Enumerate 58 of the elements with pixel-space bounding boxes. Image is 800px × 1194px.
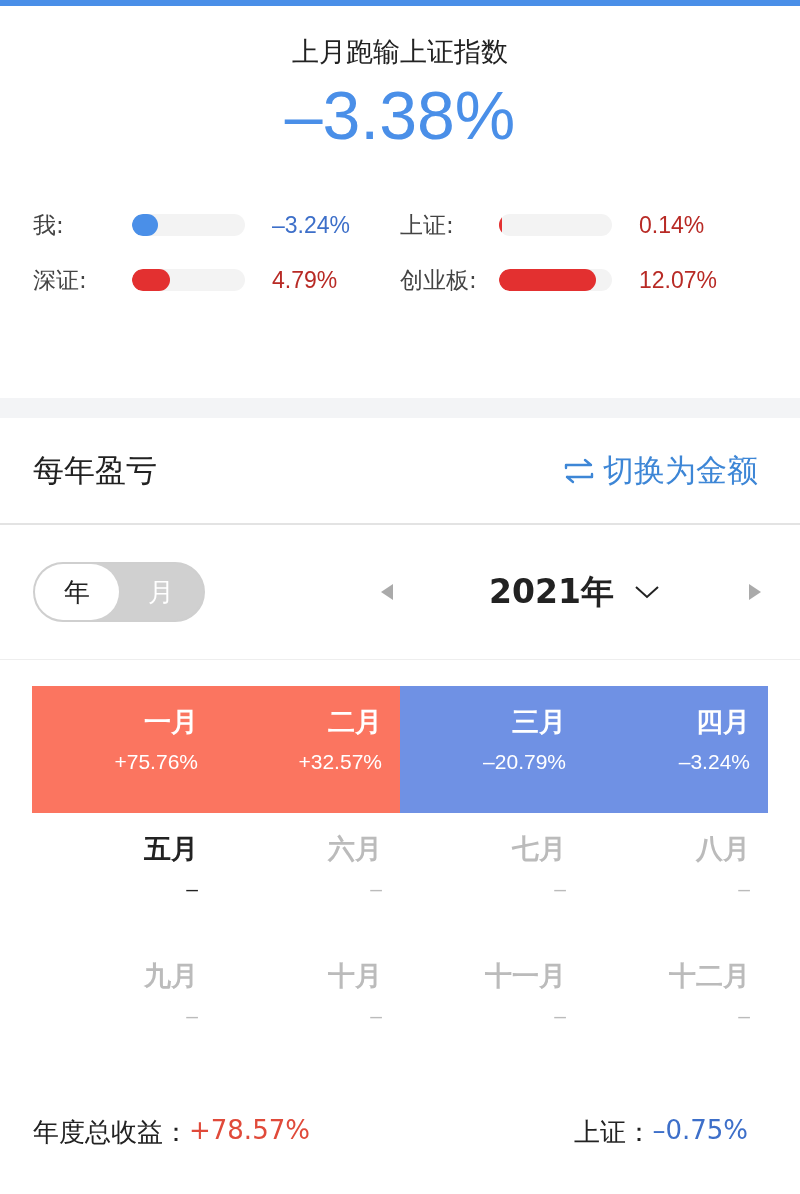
index-label: 深证:	[33, 265, 88, 295]
month-return: –	[370, 877, 382, 901]
return-value: –3.24%	[272, 211, 350, 239]
month-name: 十一月	[485, 959, 566, 993]
month-name: 四月	[696, 705, 750, 739]
month-name: 五月	[144, 832, 198, 866]
month-return: +32.57%	[298, 750, 382, 774]
index-label: 我:	[33, 210, 65, 240]
previous-year-icon[interactable]	[380, 583, 394, 601]
section-title: 每年盈亏	[33, 450, 157, 490]
month-name: 十二月	[669, 959, 750, 993]
month-return: –20.79%	[483, 750, 566, 774]
total-label: 年度总收益：	[33, 1116, 189, 1149]
next-year-icon[interactable]	[748, 583, 762, 601]
month-name: 六月	[328, 832, 382, 866]
month-name: 一月	[144, 705, 198, 739]
period-option[interactable]: 年	[35, 564, 119, 620]
month-return: –	[186, 877, 198, 901]
month-cell[interactable]: 二月 +32.57%	[216, 686, 400, 813]
month-cell[interactable]: 三月 –20.79%	[400, 686, 584, 813]
month-cell[interactable]: 七月 –	[400, 813, 584, 940]
month-cell[interactable]: 十二月 –	[584, 940, 768, 1067]
month-name: 二月	[328, 705, 382, 739]
month-return: –	[186, 1004, 198, 1028]
switch-button[interactable]: 切换为金额	[563, 449, 758, 492]
month-return: –	[554, 877, 566, 901]
month-cell[interactable]: 九月 –	[32, 940, 216, 1067]
month-return: +75.76%	[114, 750, 198, 774]
year-dropdown[interactable]: 2021年	[489, 569, 660, 615]
month-return: –	[738, 1004, 750, 1028]
return-value: 0.14%	[639, 211, 705, 239]
index-label: 创业板:	[400, 265, 478, 295]
month-return: –	[738, 877, 750, 901]
month-return: –	[370, 1004, 382, 1028]
month-return: –	[554, 1004, 566, 1028]
month-cell[interactable]: 四月 –3.24%	[584, 686, 768, 813]
return-value: 4.79%	[272, 266, 338, 294]
return-value: 12.07%	[639, 266, 717, 294]
month-name: 七月	[512, 832, 566, 866]
index-label: 上证：	[574, 1116, 653, 1149]
month-return: –3.24%	[678, 750, 750, 774]
month-name: 八月	[696, 832, 750, 866]
month-cell[interactable]: 十一月 –	[400, 940, 584, 1067]
month-cell[interactable]: 五月 –	[32, 813, 216, 940]
month-cell[interactable]: 十月 –	[216, 940, 400, 1067]
month-name: 九月	[144, 959, 198, 993]
month-name: 三月	[512, 705, 566, 739]
month-cell[interactable]: 一月 +75.76%	[32, 686, 216, 813]
month-cell[interactable]: 八月 –	[584, 813, 768, 940]
index-return: –0.75%	[652, 1115, 748, 1147]
index-label: 上证:	[400, 210, 455, 240]
chevron-down-icon	[633, 584, 660, 600]
total-return: +78.57%	[189, 1115, 310, 1147]
summary-title: 上月跑输上证指数	[292, 35, 508, 69]
month-cell[interactable]: 六月 –	[216, 813, 400, 940]
excess-return: –3.38%	[284, 76, 516, 154]
month-name: 十月	[328, 959, 382, 993]
swap-icon	[563, 456, 595, 485]
